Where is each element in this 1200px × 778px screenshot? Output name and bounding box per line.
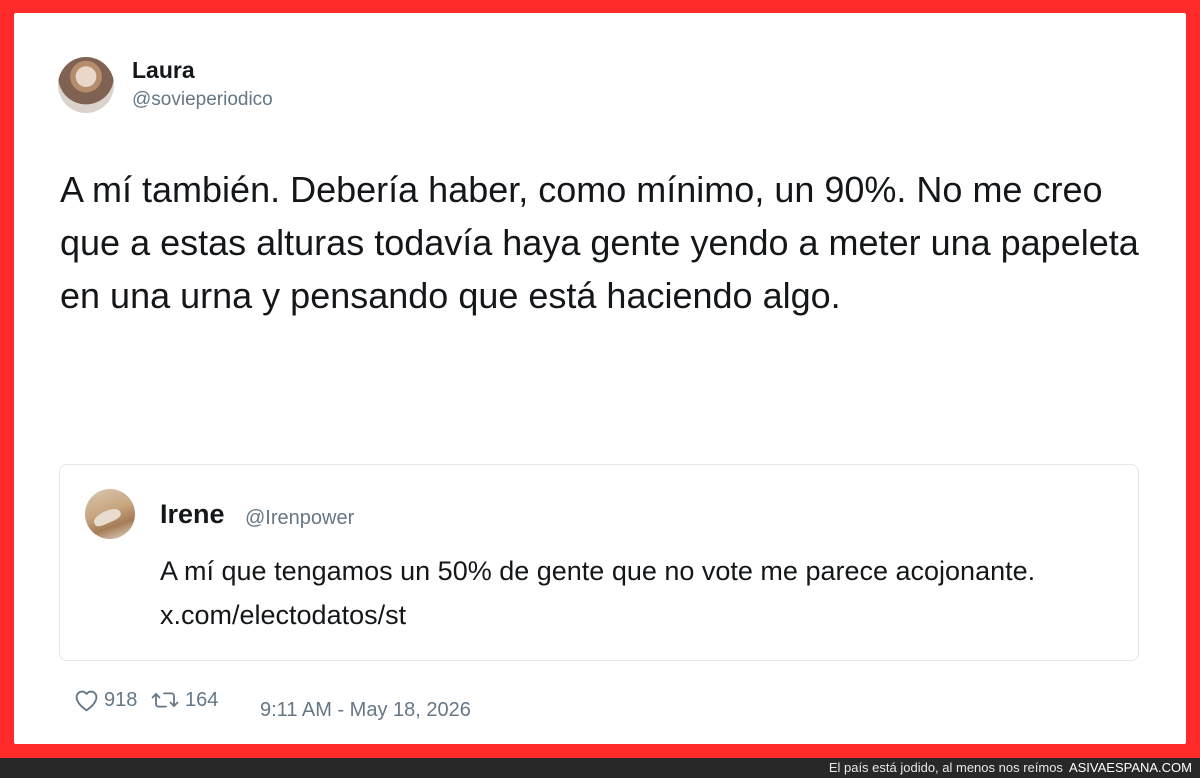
tweet-timestamp[interactable]: 9:11 AM - May 18, 2026 <box>260 699 471 722</box>
retweet-button[interactable]: 164 <box>150 685 218 715</box>
like-button[interactable]: 918 <box>74 685 137 715</box>
footer-text: El país está jodido, al menos nos reímos… <box>829 759 1192 777</box>
site-brand[interactable]: ASIVAESPANA.COM <box>1069 760 1192 775</box>
heart-icon <box>74 689 99 712</box>
quoted-author-handle[interactable]: @Irenpower <box>245 507 354 530</box>
watermark-footer: El país está jodido, al menos nos reímos… <box>0 758 1200 778</box>
author-handle[interactable]: @sovieperiodico <box>132 89 273 111</box>
author-avatar[interactable] <box>58 57 114 113</box>
footer-caption: El país está jodido, al menos nos reímos <box>828 760 1063 775</box>
quoted-tweet-text: A mí que tengamos un 50% de gente que no… <box>160 556 1036 630</box>
retweet-count: 164 <box>185 688 219 711</box>
tweet-card: Laura @sovieperiodico A mí también. Debe… <box>14 13 1186 744</box>
author-name[interactable]: Laura <box>132 57 195 84</box>
red-frame: Laura @sovieperiodico A mí también. Debe… <box>0 0 1200 758</box>
quoted-author-name[interactable]: Irene <box>160 499 225 530</box>
tweet-actions: 918 164 9:11 AM - May 18, 2026 <box>60 685 660 721</box>
tweet-text: A mí también. Debería haber, como mínimo… <box>60 169 1139 316</box>
quoted-tweet[interactable]: Irene @Irenpower A mí que tengamos un 50… <box>59 464 1139 661</box>
retweet-icon <box>150 689 180 711</box>
like-count: 918 <box>104 688 138 711</box>
quoted-author-avatar[interactable] <box>85 489 135 539</box>
